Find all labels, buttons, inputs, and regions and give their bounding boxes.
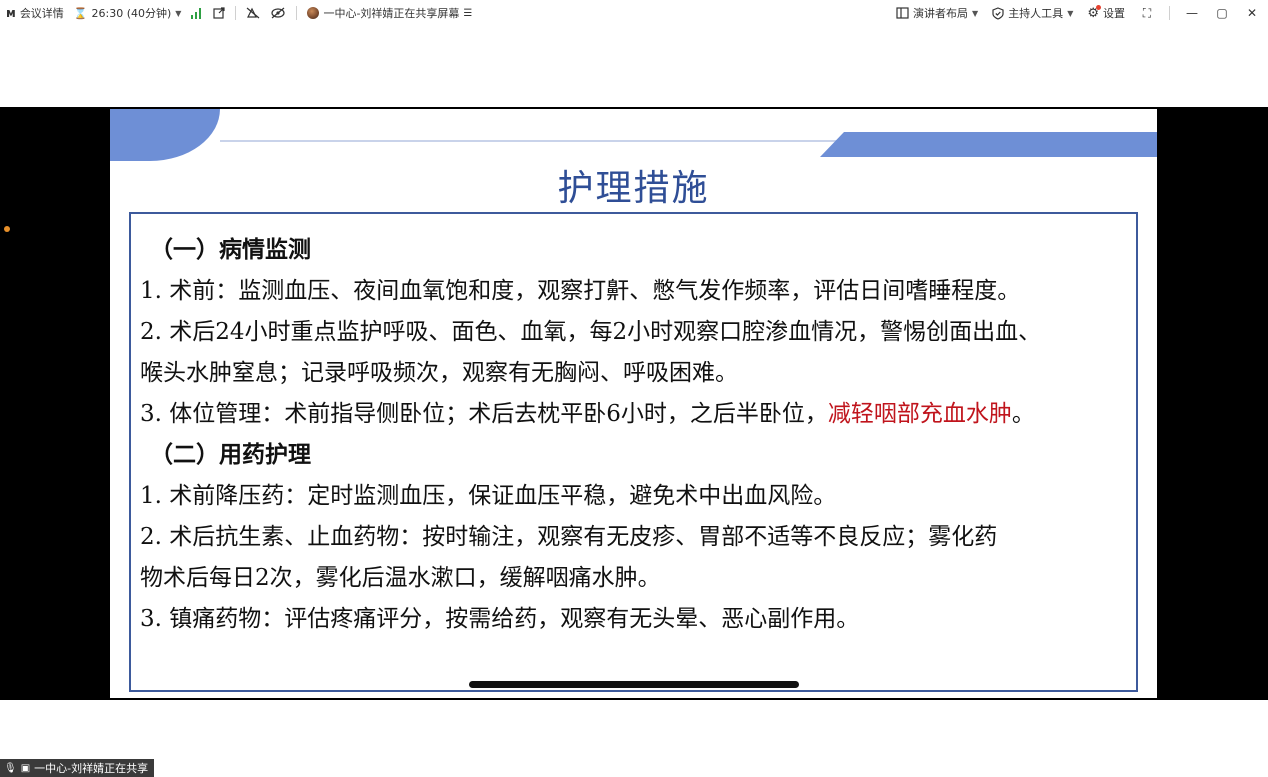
list-item: 1. 术前：监测血压、夜间血氧饱和度，观察打鼾、憋气发作频率，评估日间嗜睡程度。 [140, 278, 1021, 304]
status-dot [4, 226, 10, 232]
toolbar-divider [296, 6, 298, 20]
slide-decoration-right [820, 132, 1157, 157]
list-item-text: 3. 体位管理：术前指导侧卧位；术后去枕平卧6小时，之后半卧位， [140, 401, 828, 427]
section-heading: （一）病情监测 [150, 237, 311, 263]
microphone-icon: 🎙 [4, 762, 17, 774]
host-tools-button[interactable]: 主持人工具 ▼ [992, 5, 1073, 21]
list-item-continued: 喉头水肿窒息；记录呼吸频次，观察有无胸闷、呼吸困难。 [140, 360, 738, 386]
slide-content: （一）病情监测 1. 术前：监测血压、夜间血氧饱和度，观察打鼾、憋气发作频率，评… [140, 230, 1130, 640]
settings-button[interactable]: ⚙ 设置 [1087, 4, 1125, 21]
shield-icon [992, 6, 1004, 20]
chevron-down-icon: ▼ [175, 8, 182, 18]
maximize-icon[interactable]: ▢ [1214, 6, 1230, 20]
sharing-indicator-label: 一中心-刘祥婧正在共享 [34, 762, 149, 775]
horizontal-scrollbar[interactable] [469, 681, 799, 688]
meeting-details-label: 会议详情 [19, 7, 64, 20]
presenter-layout-label: 演讲者布局 [913, 7, 969, 20]
host-tools-label: 主持人工具 [1008, 7, 1064, 20]
chevron-down-icon: ▼ [1067, 8, 1074, 18]
annotation-off-icon[interactable] [246, 7, 260, 19]
list-item: 1. 术前降压药：定时监测血压，保证血压平稳，避免术中出血风险。 [140, 483, 837, 509]
chevron-down-icon: ▼ [972, 8, 979, 18]
hourglass-icon: ⌛ [73, 6, 88, 20]
layout-icon [896, 7, 909, 19]
meeting-logo-icon: ᴍ [6, 6, 16, 20]
sharer-label: 一中心-刘祥婧正在共享屏幕 [323, 7, 460, 20]
timer-dropdown[interactable]: ⌛ 26:30 (40分钟) ▼ [74, 5, 182, 21]
gear-icon: ⚙ [1087, 4, 1101, 21]
menu-icon: ☰ [463, 7, 473, 19]
timer-label: 26:30 (40分钟) [91, 7, 172, 20]
list-item: 3. 体位管理：术前指导侧卧位；术后去枕平卧6小时，之后半卧位，减轻咽部充血水肿… [140, 394, 1130, 435]
fullscreen-icon[interactable]: ⛶ [1139, 6, 1155, 21]
minimize-icon[interactable]: — [1184, 6, 1200, 20]
list-item: 3. 镇痛药物：评估疼痛评分，按需给药，观察有无头晕、恶心副作用。 [140, 606, 860, 632]
presentation-slide: 护理措施 （一）病情监测 1. 术前：监测血压、夜间血氧饱和度，观察打鼾、憋气发… [110, 109, 1157, 698]
settings-label: 设置 [1103, 7, 1125, 20]
slide-title: 护理措施 [557, 168, 710, 209]
signal-strength-icon[interactable] [191, 7, 203, 19]
slide-divider-line [220, 140, 870, 142]
highlight-text: 减轻咽部充血水肿 [827, 401, 1012, 427]
slide-decoration-left [110, 109, 220, 161]
list-item-text: 。 [1011, 401, 1035, 427]
avatar [307, 7, 320, 19]
toolbar-divider [235, 6, 237, 20]
hide-view-icon[interactable] [270, 7, 286, 19]
popout-icon[interactable] [213, 7, 226, 19]
lower-blank-area [0, 700, 1268, 777]
list-item: 2. 术后24小时重点监护呼吸、面色、血氧，每2小时观察口腔渗血情况，警惕创面出… [140, 319, 1042, 345]
section-heading: （二）用药护理 [150, 442, 311, 468]
list-item-continued: 物术后每日2次，雾化后温水漱口，缓解咽痛水肿。 [140, 565, 661, 591]
content-frame: （一）病情监测 1. 术前：监测血压、夜间血氧饱和度，观察打鼾、憋气发作频率，评… [129, 212, 1138, 692]
close-icon[interactable]: ✕ [1244, 6, 1260, 20]
toolbar-divider [1169, 6, 1170, 20]
list-item: 2. 术后抗生素、止血药物：按时输注，观察有无皮疹、胃部不适等不良反应；雾化药 [140, 524, 998, 550]
meeting-toolbar: ᴍ 会议详情 ⌛ 26:30 (40分钟) ▼ 一中心-刘祥婧正在共享屏幕 ☰ [0, 0, 1268, 26]
sharer-menu[interactable]: 一中心-刘祥婧正在共享屏幕 ☰ [307, 5, 472, 21]
sharing-indicator: 🎙 ▣ 一中心-刘祥婧正在共享 [0, 759, 155, 777]
screen-share-icon: ▣ [20, 762, 31, 774]
meeting-details-button[interactable]: ᴍ 会议详情 [6, 5, 64, 21]
presenter-layout-button[interactable]: 演讲者布局 ▼ [896, 5, 978, 21]
